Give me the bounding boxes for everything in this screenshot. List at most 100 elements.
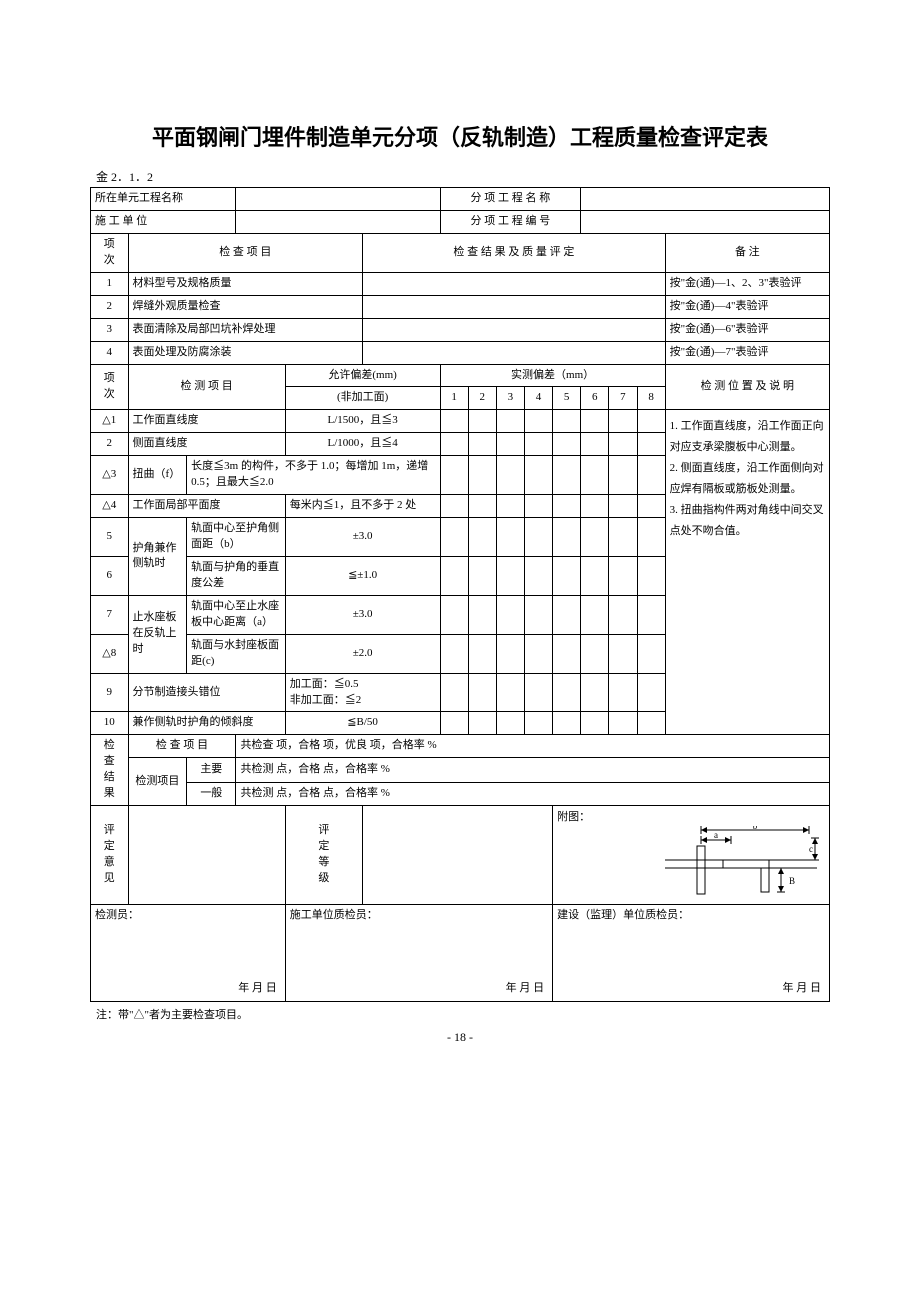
cell[interactable] [581, 556, 609, 595]
cell[interactable]: 共检测 点，合格 点，合格率 % [236, 783, 830, 806]
cell[interactable] [553, 556, 581, 595]
cell[interactable] [609, 634, 637, 673]
sub-name-value[interactable] [581, 188, 830, 211]
cell[interactable]: 共检测 点，合格 点，合格率 % [236, 758, 830, 783]
cell[interactable] [496, 712, 524, 735]
cell[interactable]: 共检查 项，合格 项，优良 项，合格率 % [236, 735, 830, 758]
cell[interactable] [553, 595, 581, 634]
cell[interactable] [363, 318, 666, 341]
cell[interactable] [440, 456, 468, 495]
cell[interactable] [524, 456, 552, 495]
cell[interactable] [468, 456, 496, 495]
cell[interactable] [553, 433, 581, 456]
cell[interactable] [553, 634, 581, 673]
date-field[interactable]: 年 月 日 [783, 981, 822, 997]
sign-owner-qc[interactable]: 建设（监理）单位质检员： 年 月 日 [553, 905, 830, 1002]
cell[interactable] [637, 518, 665, 557]
cell[interactable] [524, 495, 552, 518]
cell[interactable] [581, 634, 609, 673]
cell[interactable] [581, 712, 609, 735]
cell[interactable] [524, 595, 552, 634]
cell[interactable] [440, 433, 468, 456]
cell[interactable] [524, 712, 552, 735]
cell[interactable] [363, 272, 666, 295]
cell[interactable] [637, 495, 665, 518]
unit-name-value[interactable] [236, 188, 440, 211]
opinion-value[interactable] [128, 806, 285, 905]
cell[interactable] [637, 595, 665, 634]
cell[interactable] [440, 673, 468, 712]
cell[interactable] [440, 556, 468, 595]
cell[interactable] [363, 295, 666, 318]
cell[interactable] [496, 495, 524, 518]
cell[interactable] [609, 673, 637, 712]
date-field[interactable]: 年 月 日 [506, 981, 545, 997]
cell[interactable] [468, 595, 496, 634]
cell[interactable] [553, 518, 581, 557]
cell[interactable] [581, 410, 609, 433]
sign-inspector[interactable]: 检测员： 年 月 日 [91, 905, 286, 1002]
cell[interactable] [553, 712, 581, 735]
cell[interactable] [524, 518, 552, 557]
cell[interactable] [468, 712, 496, 735]
cell[interactable] [524, 410, 552, 433]
cell[interactable] [468, 556, 496, 595]
cell[interactable] [637, 456, 665, 495]
cell[interactable] [609, 456, 637, 495]
cell[interactable] [440, 712, 468, 735]
cell[interactable] [524, 673, 552, 712]
cell[interactable] [553, 410, 581, 433]
cell[interactable] [637, 712, 665, 735]
cell[interactable] [440, 518, 468, 557]
cell[interactable] [609, 556, 637, 595]
cell[interactable] [581, 673, 609, 712]
cell[interactable] [496, 456, 524, 495]
cell[interactable] [581, 456, 609, 495]
cell[interactable] [440, 495, 468, 518]
cell[interactable] [609, 712, 637, 735]
cell[interactable] [637, 410, 665, 433]
cell[interactable] [609, 495, 637, 518]
cell[interactable] [609, 410, 637, 433]
cell[interactable] [524, 433, 552, 456]
cell[interactable] [468, 634, 496, 673]
cell[interactable] [468, 518, 496, 557]
contractor-value[interactable] [236, 210, 440, 233]
cell[interactable] [363, 341, 666, 364]
cell[interactable] [553, 495, 581, 518]
cell[interactable] [496, 673, 524, 712]
cell[interactable] [496, 518, 524, 557]
cell[interactable] [637, 673, 665, 712]
sign-contractor-qc[interactable]: 施工单位质检员： 年 月 日 [285, 905, 552, 1002]
cell[interactable] [440, 595, 468, 634]
cell[interactable] [609, 595, 637, 634]
cell[interactable] [468, 673, 496, 712]
cell[interactable] [553, 456, 581, 495]
cell[interactable] [468, 433, 496, 456]
cell[interactable] [496, 433, 524, 456]
grade-value[interactable] [363, 806, 553, 905]
cell[interactable] [553, 673, 581, 712]
cell[interactable] [609, 433, 637, 456]
cell[interactable] [581, 433, 609, 456]
cell[interactable] [496, 556, 524, 595]
cell[interactable] [496, 595, 524, 634]
cell[interactable] [440, 634, 468, 673]
cell[interactable] [581, 518, 609, 557]
cell[interactable] [524, 556, 552, 595]
cell[interactable] [637, 433, 665, 456]
cell[interactable] [609, 518, 637, 557]
cell[interactable] [468, 410, 496, 433]
cell[interactable] [581, 595, 609, 634]
cell[interactable] [524, 634, 552, 673]
cell[interactable] [581, 495, 609, 518]
cell[interactable] [496, 410, 524, 433]
cell[interactable] [440, 410, 468, 433]
cell[interactable] [496, 634, 524, 673]
cell[interactable] [468, 495, 496, 518]
cell[interactable] [637, 556, 665, 595]
cell: 按"金(通)—4"表验评 [665, 295, 829, 318]
cell[interactable] [637, 634, 665, 673]
sub-no-value[interactable] [581, 210, 830, 233]
date-field[interactable]: 年 月 日 [238, 981, 277, 997]
